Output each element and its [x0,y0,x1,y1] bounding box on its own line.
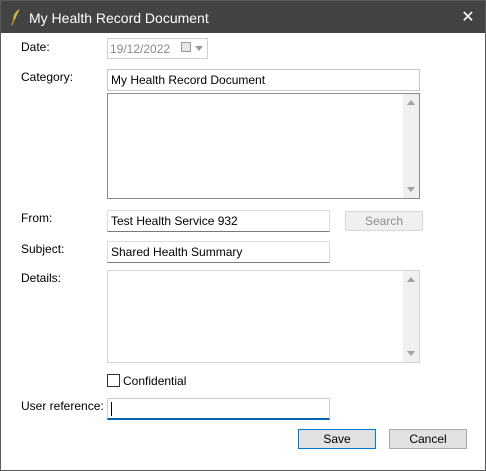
text-caret [111,402,112,416]
category-list[interactable] [107,93,420,199]
date-label: Date: [21,40,50,54]
calendar-icon [181,42,191,52]
subject-field[interactable]: Shared Health Summary [107,241,330,263]
details-label: Details: [21,271,62,285]
subject-label: Subject: [21,242,65,256]
window-title: My Health Record Document [29,10,209,26]
details-textarea[interactable] [107,270,420,363]
cancel-button[interactable]: Cancel [389,429,467,449]
chevron-down-icon[interactable] [195,46,203,51]
details-scrollbar[interactable] [403,271,419,362]
close-button[interactable]: ✕ [451,1,485,33]
confidential-label[interactable]: Confidential [123,374,186,388]
category-label: Category: [21,70,74,84]
scroll-down-icon[interactable] [407,187,415,192]
category-field[interactable]: My Health Record Document [107,69,420,91]
from-label: From: [21,211,53,225]
user-reference-input[interactable] [107,398,330,420]
date-picker[interactable]: 19/12/2022 [107,38,208,59]
dialog-window: My Health Record Document ✕ Date: 19/12/… [0,0,486,471]
close-icon: ✕ [461,9,475,26]
scroll-up-icon[interactable] [407,100,415,105]
scroll-up-icon[interactable] [407,277,415,282]
quill-icon [11,9,20,26]
user-reference-label: User reference: [21,399,104,413]
search-button[interactable]: Search [345,211,423,231]
confidential-checkbox[interactable] [107,374,120,387]
save-button[interactable]: Save [298,429,376,449]
date-value: 19/12/2022 [110,42,171,56]
category-scrollbar[interactable] [403,94,419,198]
from-field[interactable]: Test Health Service 932 [107,210,330,232]
scroll-down-icon[interactable] [407,351,415,356]
title-bar: My Health Record Document ✕ [1,1,485,33]
